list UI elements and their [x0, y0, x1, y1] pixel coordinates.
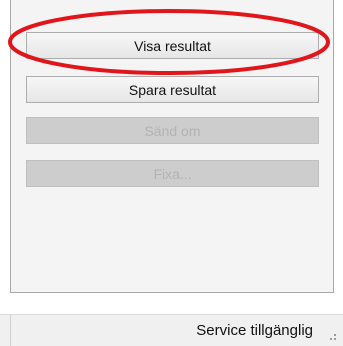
actions-panel: Visa resultat Spara resultat Sänd om Fix…: [10, 0, 334, 293]
status-divider: [10, 315, 11, 346]
resize-grip-icon[interactable]: [327, 331, 337, 341]
sand-om-button: Sänd om: [26, 117, 319, 144]
visa-resultat-button[interactable]: Visa resultat: [26, 32, 319, 59]
service-status-text: Service tillgänglig: [196, 322, 313, 339]
spara-resultat-button[interactable]: Spara resultat: [26, 76, 319, 103]
app-window: Visa resultat Spara resultat Sänd om Fix…: [0, 0, 343, 346]
status-bar: Service tillgänglig: [0, 314, 343, 346]
fixa-button: Fixa...: [26, 160, 319, 187]
